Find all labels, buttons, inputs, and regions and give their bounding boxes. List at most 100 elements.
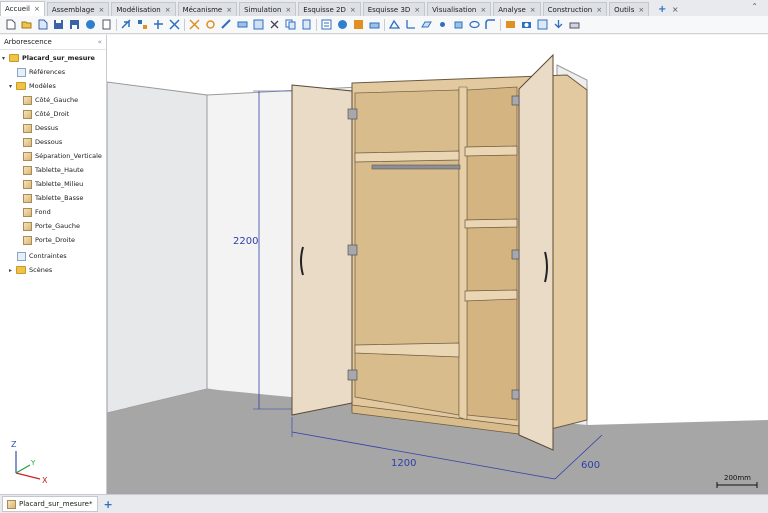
part-icon [22, 109, 32, 119]
tab-construction[interactable]: Construction × [542, 2, 608, 16]
tree-panel: Arborescence « ▾ Placard_sur_mesure Référ… [0, 35, 107, 494]
tab-label: Simulation [244, 5, 282, 14]
measure-icon[interactable] [220, 19, 232, 31]
tab-close-icon[interactable]: × [99, 6, 105, 14]
tab-close-icon[interactable]: × [530, 6, 536, 14]
tree-item-label: Contraintes [29, 252, 67, 260]
tab-close-icon[interactable]: × [414, 6, 420, 14]
tab-simulation[interactable]: Simulation × [239, 2, 297, 16]
tab-close-icon[interactable]: × [596, 6, 602, 14]
save-icon[interactable] [52, 19, 64, 31]
point-icon[interactable] [436, 19, 448, 31]
sketch-icon[interactable] [388, 19, 400, 31]
tree-item-models[interactable]: ▾ Modèles [9, 80, 56, 92]
tab-close-icon[interactable]: × [226, 6, 232, 14]
assemble-icon[interactable] [136, 19, 148, 31]
hinge-icon [347, 369, 358, 381]
scene-canvas[interactable]: 2200 1200 600 200mm [107, 35, 768, 494]
tree-item-references[interactable]: Références [9, 66, 65, 78]
tree-root[interactable]: ▾ Placard_sur_mesure [2, 52, 95, 64]
color-icon[interactable] [336, 19, 348, 31]
expand-arrow-icon[interactable]: ▸ [9, 267, 16, 274]
tab-analyse[interactable]: Analyse × [493, 2, 541, 16]
rotate-icon[interactable] [204, 19, 216, 31]
properties-icon[interactable] [320, 19, 332, 31]
tree-item-part[interactable]: Séparation_Verticale [22, 150, 102, 162]
layer-icon[interactable] [368, 19, 380, 31]
document-tab[interactable]: Placard_sur_mesure* [2, 496, 98, 512]
3d-viewport[interactable]: 2200 1200 600 200mm [107, 35, 768, 494]
ribbon-collapse-icon[interactable]: ⌃ [751, 2, 758, 11]
shelf-top-right [464, 145, 518, 157]
collapse-panel-icon[interactable]: « [98, 38, 102, 46]
tab-accueil[interactable]: Accueil × [0, 1, 45, 16]
tree-item-part[interactable]: Tablette_Milieu [22, 178, 83, 190]
tree-item-label: Porte_Droite [35, 236, 75, 244]
tab-visualisation[interactable]: Visualisation × [427, 2, 492, 16]
camera-icon[interactable] [520, 19, 532, 31]
tree-item-label: Scènes [29, 266, 53, 274]
tab-assemblage[interactable]: Assemblage × [46, 2, 110, 16]
depth-dimension-label[interactable]: 600 [581, 460, 600, 471]
axis-icon[interactable] [404, 19, 416, 31]
save-as-icon[interactable] [68, 19, 80, 31]
tree-item-constraints[interactable]: Contraintes [9, 250, 67, 262]
tree-item-part[interactable]: Côté_Droit [22, 108, 69, 120]
material-icon[interactable] [352, 19, 364, 31]
shelf-middle-right [464, 218, 518, 229]
tab-esquisse-2d[interactable]: Esquisse 2D × [298, 2, 361, 16]
explode-icon[interactable] [168, 19, 180, 31]
tree-item-part[interactable]: Porte_Droite [22, 234, 75, 246]
new-file-icon[interactable] [4, 19, 16, 31]
revolve-icon[interactable] [468, 19, 480, 31]
part-icon [22, 123, 32, 133]
tree-item-label: Côté_Droit [35, 110, 70, 118]
width-dimension-label[interactable]: 1200 [391, 458, 416, 469]
image-icon[interactable] [536, 19, 548, 31]
view-icon[interactable] [252, 19, 264, 31]
tree-item-part[interactable]: Porte_Gauche [22, 220, 80, 232]
cut-icon[interactable] [268, 19, 280, 31]
tree-item-part[interactable]: Dessous [22, 136, 62, 148]
document-icon[interactable] [100, 19, 112, 31]
open-document-icon[interactable] [36, 19, 48, 31]
tree-item-scenes[interactable]: ▸ Scènes [9, 264, 52, 276]
collapse-arrow-icon[interactable]: ▾ [9, 83, 16, 90]
fillet-icon[interactable] [484, 19, 496, 31]
height-dimension-label[interactable]: 2200 [233, 236, 258, 247]
tab-close-icon[interactable]: × [34, 5, 40, 13]
link-part-icon[interactable] [120, 19, 132, 31]
tab-close-icon[interactable]: × [285, 6, 291, 14]
paste-icon[interactable] [300, 19, 312, 31]
tab-close-icon[interactable]: × [638, 6, 644, 14]
tab-outils[interactable]: Outils × [609, 2, 650, 16]
add-tab-icon[interactable]: + [655, 2, 669, 16]
extrude-icon[interactable] [452, 19, 464, 31]
add-document-icon[interactable]: + [104, 498, 113, 511]
section-icon[interactable] [236, 19, 248, 31]
toolbar-separator [184, 18, 185, 31]
export-icon[interactable] [552, 19, 564, 31]
tab-close-icon[interactable]: × [165, 6, 171, 14]
tab-label: Outils [614, 5, 635, 14]
print-icon[interactable] [568, 19, 580, 31]
tab-close-icon[interactable]: × [350, 6, 356, 14]
tab-mecanisme[interactable]: Mécanisme × [177, 2, 238, 16]
tree-item-part[interactable]: Fond [22, 206, 51, 218]
open-folder-icon[interactable] [20, 19, 32, 31]
tree-item-part[interactable]: Côté_Gauche [22, 94, 78, 106]
plane-icon[interactable] [420, 19, 432, 31]
tab-esquisse-3d[interactable]: Esquisse 3D × [362, 2, 426, 16]
render-icon[interactable] [504, 19, 516, 31]
move-icon[interactable] [188, 19, 200, 31]
copy-icon[interactable] [284, 19, 296, 31]
tree-item-part[interactable]: Tablette_Basse [22, 192, 83, 204]
tree-item-part[interactable]: Tablette_Haute [22, 164, 84, 176]
constraint-icon[interactable] [152, 19, 164, 31]
tab-close-icon[interactable]: × [480, 6, 486, 14]
close-tabs-icon[interactable]: × [669, 2, 681, 16]
tab-modelisation[interactable]: Modélisation × [111, 2, 176, 16]
tree-item-part[interactable]: Dessus [22, 122, 58, 134]
globe-icon[interactable] [84, 19, 96, 31]
collapse-arrow-icon[interactable]: ▾ [2, 55, 9, 62]
